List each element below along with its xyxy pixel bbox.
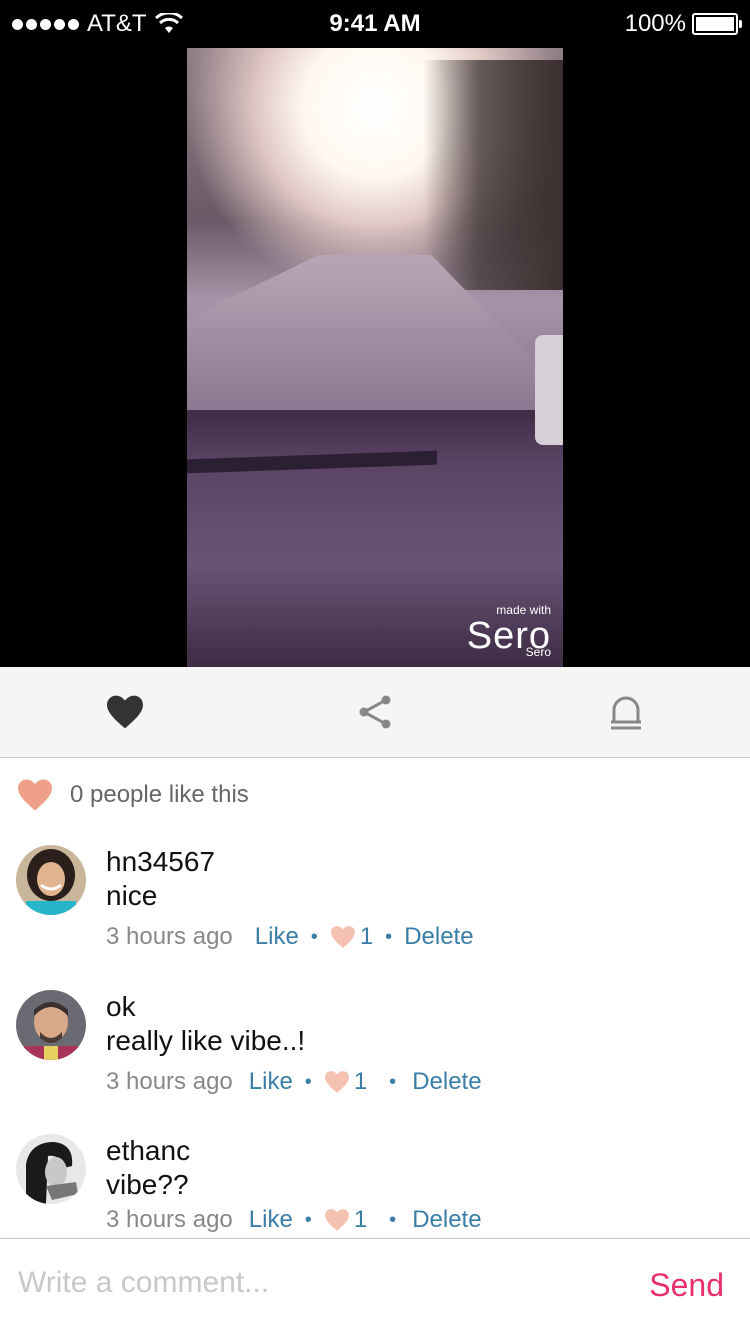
comment-username[interactable]: ok: [106, 990, 482, 1024]
comment-body: ok really like vibe..! 3 hours ago Like …: [106, 990, 482, 1096]
heart-icon: [107, 695, 143, 729]
comment-delete-link[interactable]: Delete: [412, 1068, 481, 1096]
status-right: 100%: [624, 10, 742, 38]
share-icon: [359, 695, 391, 729]
action-bar: [0, 667, 750, 758]
comment-text: vibe??: [106, 1169, 189, 1200]
separator-dot: •: [304, 1070, 312, 1093]
comment-like-link[interactable]: Like: [249, 1068, 293, 1096]
status-bar: AT&T 9:41 AM 100%: [0, 0, 750, 48]
heart-icon: [324, 1209, 349, 1231]
separator-dot: •: [389, 1208, 397, 1231]
comment-username[interactable]: hn34567: [106, 845, 474, 879]
comment-body: hn34567 nice 3 hours ago Like • 1 • Dele…: [106, 845, 474, 951]
sero-watermark: made with Sero Sero: [467, 603, 551, 659]
report-button[interactable]: [603, 689, 649, 735]
separator-dot: •: [385, 925, 393, 948]
heart-icon: [330, 926, 355, 948]
comment-like-count: 1: [359, 923, 374, 950]
comment-delete-link[interactable]: Delete: [404, 923, 473, 951]
comment-meta: 3 hours ago Like • 1 • Delete: [106, 923, 474, 951]
separator-dot: •: [310, 925, 318, 948]
send-button[interactable]: Send: [649, 1267, 724, 1304]
comment-like-count: 1: [353, 1068, 368, 1095]
separator-dot: •: [304, 1208, 312, 1231]
avatar[interactable]: [16, 845, 86, 915]
heart-icon: [324, 1071, 349, 1093]
comment-time: 3 hours ago: [106, 1068, 233, 1095]
comment-like-count: 1: [353, 1206, 368, 1233]
heart-icon: [18, 779, 52, 811]
comment-text: nice: [106, 880, 158, 911]
comment-input[interactable]: [16, 1265, 580, 1301]
likes-summary: 0 people like this: [16, 778, 249, 812]
avatar[interactable]: [16, 1134, 86, 1204]
comment-compose-bar: Send: [0, 1238, 750, 1335]
video-scene-mirror: [535, 335, 563, 445]
battery-percent: 100%: [624, 10, 686, 37]
comment-meta: 3 hours ago Like • 1 • Delete: [106, 1068, 482, 1096]
likes-count-label: 0 people like this: [70, 781, 249, 808]
comment-text: really like vibe..!: [106, 1025, 306, 1056]
report-icon: [611, 696, 641, 730]
comment-like-link[interactable]: Like: [255, 923, 299, 951]
share-button[interactable]: [352, 689, 398, 735]
comment-meta: 3 hours ago Like • 1 • Delete: [106, 1206, 482, 1234]
like-button[interactable]: [102, 689, 148, 735]
comment-username[interactable]: ethanc: [106, 1134, 482, 1168]
video-scene-trees: [423, 60, 563, 290]
avatar[interactable]: [16, 990, 86, 1060]
comment-time: 3 hours ago: [106, 1206, 233, 1233]
comment-body: ethanc vibe?? 3 hours ago Like • 1 • Del…: [106, 1134, 482, 1234]
battery-icon: [692, 13, 742, 35]
video-player[interactable]: made with Sero Sero: [187, 0, 563, 667]
separator-dot: •: [389, 1070, 397, 1093]
comment-time: 3 hours ago: [106, 923, 233, 950]
comment-like-link[interactable]: Like: [249, 1206, 293, 1234]
comment-delete-link[interactable]: Delete: [412, 1206, 481, 1234]
video-area[interactable]: made with Sero Sero: [0, 0, 750, 667]
